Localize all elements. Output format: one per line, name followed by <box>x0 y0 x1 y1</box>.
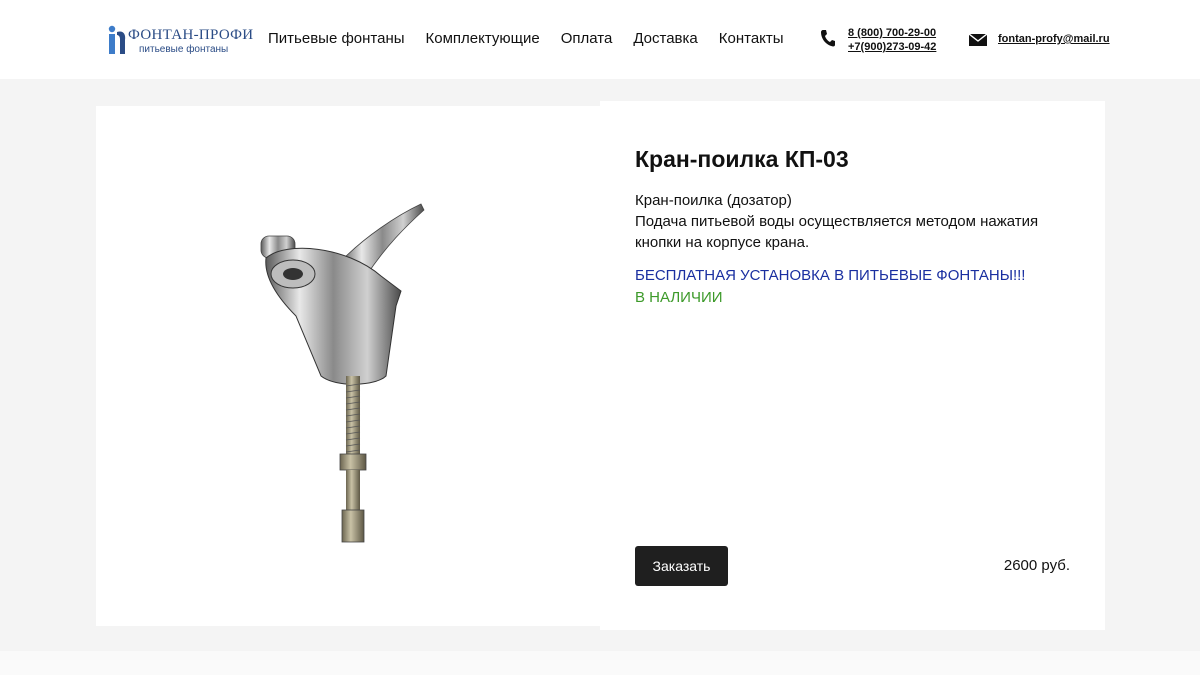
nav-drinking-fountains[interactable]: Питьевые фонтаны <box>268 30 405 47</box>
promo-text: БЕСПЛАТНАЯ УСТАНОВКА В ПИТЬЕВЫЕ ФОНТАНЫ!… <box>635 267 1026 284</box>
description-line-2: Подача питьевой воды осуществляется мето… <box>635 213 1039 251</box>
phone-link-1[interactable]: 8 (800) 700-29-00 <box>848 26 936 40</box>
nav-payment[interactable]: Оплата <box>561 30 613 47</box>
product-title: Кран-поилка КП-03 <box>635 146 849 172</box>
nav-components[interactable]: Комплектующие <box>426 30 540 47</box>
stock-status: В НАЛИЧИИ <box>635 289 723 306</box>
phone-link-2[interactable]: +7(900)273-09-42 <box>848 40 936 54</box>
product-price: 2600 руб. <box>1003 557 1070 574</box>
product-info-card: Кран-поилка КП-03 Кран-поилка (дозатор) … <box>600 101 1105 630</box>
product-image-card <box>96 106 602 626</box>
nav-contacts[interactable]: Контакты <box>719 30 784 47</box>
phone-icon <box>821 30 835 47</box>
product-image[interactable] <box>246 196 446 556</box>
email-link[interactable]: fontan-profy@mail.ru <box>998 33 1110 45</box>
logo-figure-icon <box>108 25 126 54</box>
order-button[interactable]: Заказать <box>635 546 728 586</box>
description-line-1: Кран-поилка (дозатор) <box>635 192 792 209</box>
nav-delivery[interactable]: Доставка <box>633 30 697 47</box>
site-logo[interactable]: ФОНТАН-ПРОФИ питьевые фонтаны <box>106 24 253 58</box>
phone-numbers: 8 (800) 700-29-00 +7(900)273-09-42 <box>848 26 936 54</box>
main-nav: Питьевые фонтаны Комплектующие Оплата До… <box>268 30 805 47</box>
logo-tagline: питьевые фонтаны <box>139 44 229 55</box>
product-description: Кран-поилка (дозатор) Подача питьевой во… <box>635 190 1075 253</box>
footer-strip <box>0 651 1200 675</box>
envelope-icon <box>969 34 987 46</box>
site-header: ФОНТАН-ПРОФИ питьевые фонтаны Питьевые ф… <box>0 0 1200 79</box>
logo-name: ФОНТАН-ПРОФИ <box>128 27 254 43</box>
